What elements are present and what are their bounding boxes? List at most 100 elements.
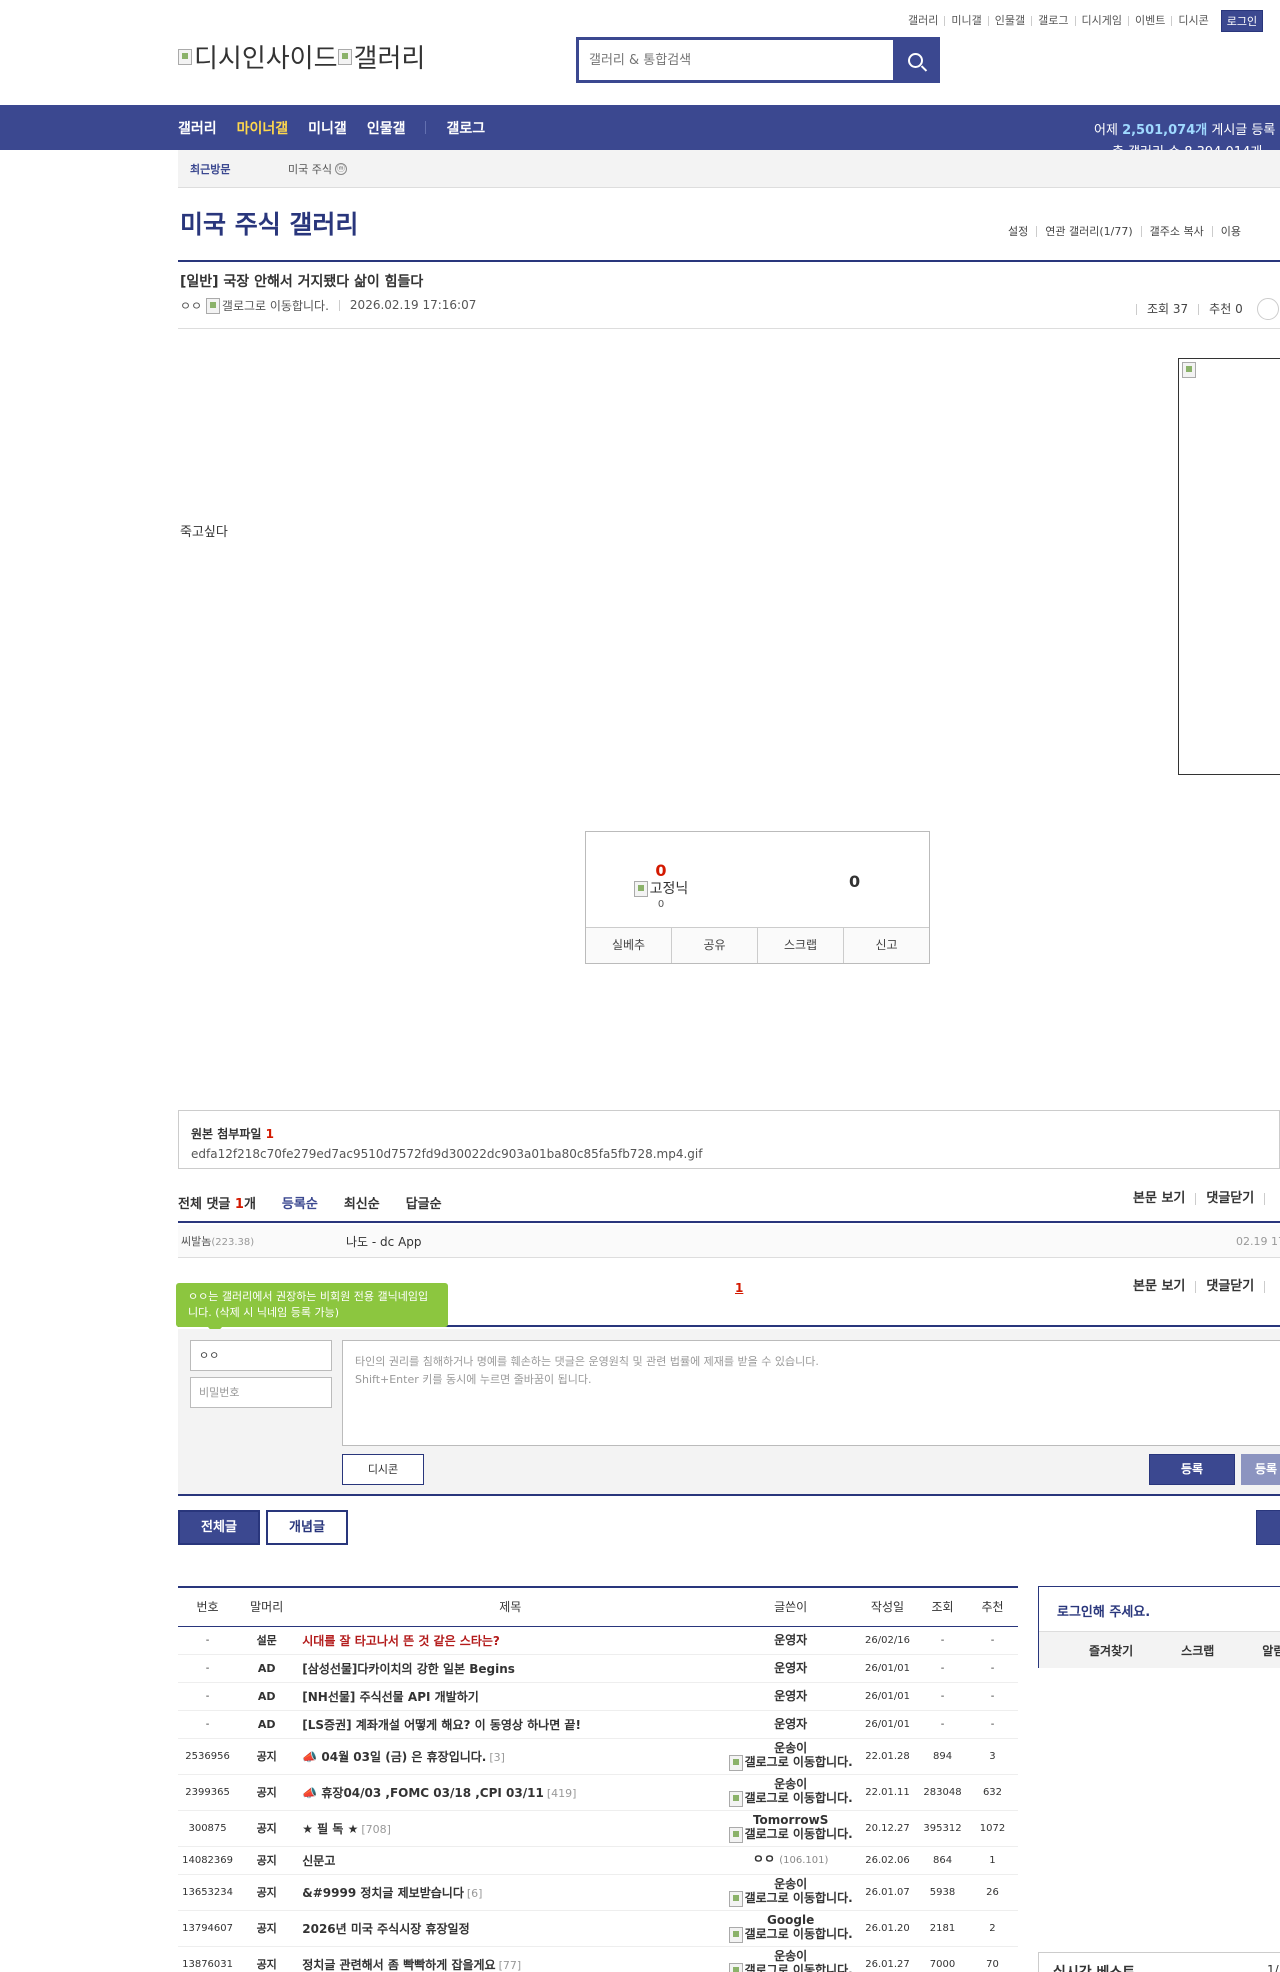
post-row[interactable]: - AD [삼성선물]다카이치의 강한 일본 Begins 운영자 26/01/01- - xyxy=(178,1654,1018,1683)
post-row[interactable]: - AD [LS증권] 계좌개설 어떻게 해요? 이 동영상 하나면 끝! 운영자 26… xyxy=(178,1710,1018,1739)
refresh-link-bottom[interactable] xyxy=(1264,1281,1280,1293)
post-writer[interactable]: 운영자 xyxy=(724,1626,857,1655)
util-link-gallog[interactable]: 갤로그 xyxy=(1031,15,1074,26)
post-row[interactable]: - 설문 시대를 잘 타고나서 뜬 것 같은 스타는? 운영자 26/02/16- - xyxy=(178,1626,1018,1655)
submit-recommend-button[interactable]: 등록 xyxy=(1241,1454,1280,1485)
view-body-link[interactable]: 본문 보기 xyxy=(1123,1192,1195,1205)
password-field[interactable]: 비밀번호 xyxy=(190,1377,332,1408)
related-gallery-link[interactable]: 연관 갤러리(1/77) xyxy=(1036,226,1140,237)
copy-gallery-url-link[interactable]: 갤주소 복사 xyxy=(1140,226,1212,237)
post-title-cell[interactable]: ★ 필 독 ★ [708] xyxy=(296,1810,725,1847)
util-link-dcgame[interactable]: 디시게임 xyxy=(1074,15,1128,26)
post-title-link[interactable]: 2026년 미국 주식시장 휴장일정 xyxy=(302,1922,469,1936)
reply-count[interactable]: [419] xyxy=(547,1787,577,1800)
report-button[interactable]: 신고 xyxy=(843,928,929,963)
alarm-link[interactable]: 알림 xyxy=(1262,1642,1280,1659)
post-title-link[interactable]: 정치글 관련해서 좀 빡빡하게 잡을게요 xyxy=(302,1958,495,1972)
close-comments-link[interactable]: 댓글닫기 xyxy=(1195,1192,1264,1205)
post-writer[interactable]: 운송이 갤로그로 이동합니다. xyxy=(724,1738,857,1775)
post-writer[interactable]: 운영자 xyxy=(724,1682,857,1711)
concept-posts-button[interactable]: 개념글 xyxy=(266,1510,348,1545)
nickname-field[interactable]: ㅇㅇ xyxy=(190,1340,332,1371)
post-row[interactable]: 13794607 공지 2026년 미국 주식시장 휴장일정 Google 갤로그로 이… xyxy=(178,1910,1018,1947)
post-row[interactable]: 2399365 공지 📣 휴장04/03 ,FOMC 03/18 ,CPI 03/1… xyxy=(178,1774,1018,1811)
post-row[interactable]: 2536956 공지 📣 04월 03일 (금) 은 휴장입니다. [3] 운송이 갤로그… xyxy=(178,1738,1018,1775)
post-title-cell[interactable]: 📣 휴장04/03 ,FOMC 03/18 ,CPI 03/11 [419] xyxy=(296,1774,725,1811)
share-button[interactable]: 공유 xyxy=(671,928,757,963)
util-link-mini[interactable]: 미니갤 xyxy=(944,15,987,26)
nav-minor-gallery[interactable]: 마이너갤 xyxy=(237,118,289,138)
favorites-link[interactable]: 즐겨찾기 xyxy=(1089,1642,1133,1659)
post-title-link[interactable]: [삼성선물]다카이치의 강한 일본 Begins xyxy=(302,1662,515,1676)
writer-gallog-link[interactable]: 갤로그로 이동합니다. xyxy=(724,1926,857,1943)
post-title-cell[interactable]: 2026년 미국 주식시장 휴장일정 xyxy=(296,1910,725,1947)
util-link-event[interactable]: 이벤트 xyxy=(1127,15,1171,26)
all-posts-button[interactable]: 전체글 xyxy=(178,1510,260,1545)
attachment-file-link[interactable]: edfa12f218c70fe279ed7ac9510d7572fd9d3002… xyxy=(191,1147,1267,1161)
view-body-link-bottom[interactable]: 본문 보기 xyxy=(1123,1280,1195,1293)
search-input[interactable] xyxy=(579,40,893,80)
site-logo[interactable]: 디시인사이드 갤러리 xyxy=(178,38,425,75)
recommend-down-count[interactable]: 0 xyxy=(849,872,860,891)
post-writer[interactable]: 운송이 갤로그로 이동합니다. xyxy=(724,1946,857,1972)
scrap-link[interactable]: 스크랩 xyxy=(1181,1642,1214,1659)
usage-link[interactable]: 이용 xyxy=(1211,226,1249,237)
post-title-link[interactable]: 📣 04월 03일 (금) 은 휴장입니다. xyxy=(302,1750,486,1764)
sort-by-registered[interactable]: 등록순 xyxy=(282,1193,318,1221)
post-row[interactable]: 300875 공지 ★ 필 독 ★ [708] TomorrowS 갤로그로 이동합니다.… xyxy=(178,1810,1018,1847)
writer-gallog-link[interactable]: 갤로그로 이동합니다. xyxy=(724,1826,857,1843)
post-row[interactable]: 14082369 공지 신문고 ㅇㅇ (106.101) 26.02.06 864 1 xyxy=(178,1846,1018,1875)
post-row[interactable]: 13876031 공지 정치글 관련해서 좀 빡빡하게 잡을게요 [77] 운송이 갤로그… xyxy=(178,1946,1018,1972)
reply-count[interactable]: [6] xyxy=(467,1887,483,1900)
post-title-link[interactable]: ★ 필 독 ★ xyxy=(302,1822,358,1836)
col-head[interactable]: 말머리 xyxy=(237,1588,297,1627)
comment-page-1[interactable]: 1 xyxy=(735,1281,743,1295)
post-row[interactable]: - AD [NH선물] 주식선물 API 개발하기 운영자 26/01/01- - xyxy=(178,1682,1018,1711)
post-title-link[interactable]: 신문고 xyxy=(302,1854,335,1868)
nav-gallog[interactable]: 갤로그 xyxy=(446,118,485,138)
gallog-icon[interactable] xyxy=(205,297,220,314)
post-title-link[interactable]: [LS증권] 계좌개설 어떻게 해요? 이 동영상 하나면 끝! xyxy=(302,1718,581,1732)
post-title-link[interactable]: [NH선물] 주식선물 API 개발하기 xyxy=(302,1690,479,1704)
close-comments-link-bottom[interactable]: 댓글닫기 xyxy=(1195,1280,1264,1293)
dccon-button[interactable]: 디시콘 xyxy=(342,1454,424,1485)
recent-visit-item[interactable]: 미국 주식 ⓜ xyxy=(288,161,347,177)
post-title-link[interactable]: &#9999 정치글 제보받습니다 xyxy=(302,1886,464,1900)
gallery-title[interactable]: 미국 주식 갤러리 xyxy=(180,205,358,241)
util-link-dccon[interactable]: 디시콘 xyxy=(1171,15,1214,26)
writer-gallog-link[interactable]: 갤로그로 이동합니다. xyxy=(724,1754,857,1771)
scrap-button[interactable]: 스크랩 xyxy=(757,928,843,963)
post-row[interactable]: 13653234 공지 &#9999 정치글 제보받습니다 [6] 운송이 갤로그로 이동… xyxy=(178,1874,1018,1911)
nav-mini-gallery[interactable]: 미니갤 xyxy=(308,118,347,138)
write-post-button[interactable] xyxy=(1256,1510,1280,1545)
util-link-gallery[interactable]: 갤러리 xyxy=(902,15,944,26)
post-title-cell[interactable]: [LS증권] 계좌개설 어떻게 해요? 이 동영상 하나면 끝! xyxy=(296,1710,725,1739)
writer-gallog-link[interactable]: 갤로그로 이동합니다. xyxy=(724,1962,857,1972)
post-title-cell[interactable]: &#9999 정치글 제보받습니다 [6] xyxy=(296,1874,725,1911)
side-ad-frame[interactable] xyxy=(1178,358,1280,775)
post-writer[interactable]: 운송이 갤로그로 이동합니다. xyxy=(724,1874,857,1911)
post-writer[interactable]: Google 갤로그로 이동합니다. xyxy=(724,1910,857,1947)
post-writer[interactable]: TomorrowS 갤로그로 이동합니다. xyxy=(724,1810,857,1847)
post-writer[interactable]: ㅇㅇ (106.101) xyxy=(724,1846,857,1875)
comment-nick[interactable]: 씨발놈(223.38) xyxy=(178,1233,346,1249)
post-title-link[interactable]: 시대를 잘 타고나서 뜬 것 같은 스타는? xyxy=(302,1634,500,1648)
comment-jump-icon[interactable] xyxy=(1256,298,1279,320)
post-writer[interactable]: 운영자 xyxy=(724,1654,857,1683)
reply-count[interactable]: [3] xyxy=(489,1751,505,1764)
nav-person-gallery[interactable]: 인물갤 xyxy=(367,118,406,138)
post-title-cell[interactable]: 시대를 잘 타고나서 뜬 것 같은 스타는? xyxy=(296,1626,725,1655)
post-title-link[interactable]: 📣 휴장04/03 ,FOMC 03/18 ,CPI 03/11 xyxy=(302,1786,544,1800)
comment-textarea[interactable]: 타인의 권리를 침해하거나 명예를 훼손하는 댓글은 운영원칙 및 관련 법률에… xyxy=(342,1340,1280,1446)
gallery-settings-link[interactable]: 설정 xyxy=(1000,226,1036,237)
util-link-person[interactable]: 인물갤 xyxy=(987,15,1031,26)
submit-comment-button[interactable]: 등록 xyxy=(1149,1454,1235,1485)
login-prompt[interactable]: 로그인해 주세요. xyxy=(1057,1601,1150,1620)
login-button[interactable]: 로그인 xyxy=(1220,10,1264,32)
refresh-link[interactable] xyxy=(1264,1193,1280,1205)
recommend-up[interactable]: 0 고정닉 0 xyxy=(626,862,696,912)
post-title-cell[interactable]: 정치글 관련해서 좀 빡빡하게 잡을게요 [77] xyxy=(296,1946,725,1972)
recent-visit-label[interactable]: 최근방문 xyxy=(178,161,288,177)
sort-by-replies[interactable]: 답글순 xyxy=(406,1193,442,1221)
sort-by-latest[interactable]: 최신순 xyxy=(344,1193,380,1221)
